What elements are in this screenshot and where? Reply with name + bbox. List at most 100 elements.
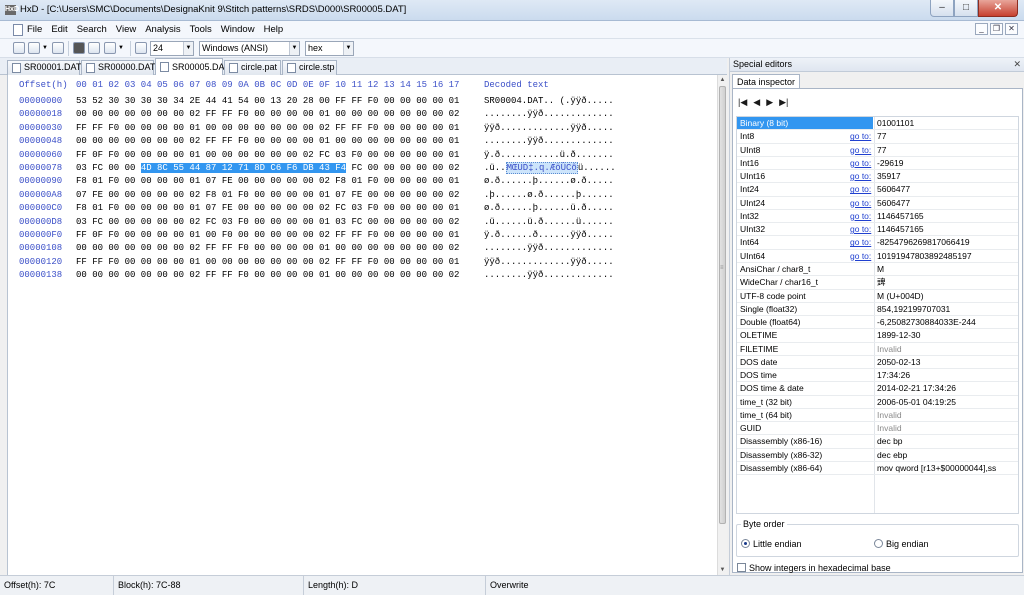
inspector-row[interactable]: DOS time & date 2014-02-21 17:34:26 — [737, 382, 1018, 396]
hex-vertical-scrollbar[interactable]: ▲ ≡ ▼ — [717, 75, 727, 575]
row-decoded[interactable]: .ü......ü.ð......ü...... — [484, 217, 614, 227]
selected-bytes[interactable]: 4D 8C 55 44 87 12 71 8D C6 F6 DB 43 F4 — [140, 163, 347, 173]
inspector-row[interactable]: FILETIME Invalid — [737, 343, 1018, 356]
row-bytes[interactable]: 07 FE 00 00 00 00 00 02 F8 01 F0 00 00 0… — [76, 190, 459, 200]
row-bytes[interactable]: FF FF F0 00 00 00 00 01 00 00 00 00 00 0… — [76, 257, 459, 267]
tab-file[interactable]: circle.stp — [282, 60, 337, 75]
inspector-row[interactable]: time_t (64 bit) Invalid — [737, 409, 1018, 423]
inspector-value[interactable]: -29619 — [877, 157, 903, 169]
previous-byte-icon[interactable]: ◀ — [753, 97, 760, 108]
print-icon[interactable] — [88, 42, 100, 54]
mdi-close-icon[interactable]: ✕ — [1005, 23, 1018, 35]
inspector-value[interactable]: dec bp — [877, 435, 903, 447]
inspector-row[interactable]: UInt64 go to: 10191947803892485197 — [737, 250, 1018, 263]
checkbox-icon[interactable] — [737, 563, 746, 572]
little-endian-radio[interactable]: Little endian — [741, 539, 802, 549]
hex-editor[interactable]: Offset(h) 00 01 02 03 04 05 06 07 08 09 … — [7, 75, 717, 575]
row-decoded[interactable]: ........ÿÿð............. — [484, 109, 614, 119]
inspector-value[interactable]: M — [877, 263, 884, 275]
goto-link[interactable]: go to: — [850, 197, 871, 209]
open-file-icon[interactable] — [28, 42, 40, 54]
goto-link[interactable]: go to: — [850, 250, 871, 262]
scroll-up-icon[interactable]: ▲ — [718, 75, 727, 85]
menu-item[interactable]: Help — [264, 24, 284, 35]
row-bytes[interactable]: 03 FC 00 00 4D 8C 55 44 87 12 71 8D C6 F… — [76, 163, 459, 173]
inspector-value[interactable]: 35917 — [877, 170, 901, 182]
inspector-row[interactable]: UInt32 go to: 1146457165 — [737, 223, 1018, 237]
row-decoded[interactable]: .þ......ø.ð......þ...... — [484, 190, 614, 200]
hex-integers-checkbox[interactable]: Show integers in hexadecimal base — [737, 563, 891, 573]
close-icon[interactable]: ✕ — [1013, 58, 1021, 71]
inspector-row[interactable]: Disassembly (x86-64) mov qword [r13+$0000… — [737, 462, 1018, 476]
inspector-row[interactable]: UInt16 go to: 35917 — [737, 170, 1018, 184]
row-decoded[interactable]: ........ÿÿð............. — [484, 136, 614, 146]
inspector-row[interactable]: Disassembly (x86-16) dec bp — [737, 435, 1018, 449]
decoded-after-selection[interactable]: ü...... — [578, 163, 616, 173]
inspector-row[interactable]: Int8 go to: 77 — [737, 130, 1018, 144]
inspector-value[interactable]: mov qword [r13+$00000044],ss — [877, 462, 996, 474]
row-decoded[interactable]: ........ÿÿð............. — [484, 270, 614, 280]
next-byte-icon[interactable]: ▶ — [766, 97, 773, 108]
inspector-value[interactable]: 77 — [877, 144, 886, 156]
inspector-value[interactable]: -8254796269817066419 — [877, 236, 970, 248]
inspector-value[interactable]: 2014-02-21 17:34:26 — [877, 382, 956, 394]
row-decoded[interactable]: ÿ.ð......ð......ÿÿð..... — [484, 230, 614, 240]
inspector-row[interactable]: GUID Invalid — [737, 422, 1018, 436]
inspector-row[interactable]: DOS time 17:34:26 — [737, 369, 1018, 383]
tab-data-inspector[interactable]: Data inspector — [732, 74, 800, 89]
inspector-row[interactable]: time_t (32 bit) 2006-05-01 04:19:25 — [737, 396, 1018, 409]
menu-item[interactable]: Search — [77, 24, 107, 35]
goto-link[interactable]: go to: — [850, 144, 871, 156]
open-dropdown-icon[interactable]: ▼ — [42, 42, 48, 54]
row-bytes[interactable]: FF 0F F0 00 00 00 00 01 00 00 00 00 00 0… — [76, 150, 459, 160]
row-bytes[interactable]: 00 00 00 00 00 00 00 02 FF FF F0 00 00 0… — [76, 270, 459, 280]
radio-selected-icon[interactable] — [741, 539, 750, 548]
row-bytes[interactable]: 00 00 00 00 00 00 00 02 FF FF F0 00 00 0… — [76, 136, 459, 146]
inspector-value[interactable]: 豍 — [877, 276, 886, 288]
inspector-row[interactable]: OLETIME 1899-12-30 — [737, 329, 1018, 343]
row-decoded[interactable]: ÿÿð.............ÿÿð..... — [484, 123, 614, 133]
goto-link[interactable]: go to: — [850, 223, 871, 235]
menu-item[interactable]: Window — [221, 24, 255, 35]
goto-link[interactable]: go to: — [850, 170, 871, 182]
bytes-before-selection[interactable]: 03 FC 00 00 — [76, 163, 141, 173]
inspector-value[interactable]: 10191947803892485197 — [877, 250, 972, 262]
inspector-row[interactable]: DOS date 2050-02-13 — [737, 356, 1018, 370]
inspector-value[interactable]: 1899-12-30 — [877, 329, 920, 341]
inspector-row[interactable]: UInt24 go to: 5606477 — [737, 197, 1018, 210]
inspector-value[interactable]: 854,192199707031 — [877, 303, 950, 315]
row-decoded[interactable]: SR00004.DAT.. (.ÿÿð..... — [484, 96, 614, 106]
row-decoded[interactable]: ø.ð......þ......ü.ð..... — [484, 203, 614, 213]
inspector-value[interactable]: 5606477 — [877, 197, 910, 209]
scroll-down-icon[interactable]: ▼ — [718, 565, 727, 575]
inspector-value[interactable]: 1146457165 — [877, 210, 924, 222]
inspector-row[interactable]: AnsiChar / char8_t M — [737, 263, 1018, 277]
minimize-icon[interactable]: – — [930, 0, 954, 17]
maximize-icon[interactable]: □ — [954, 0, 978, 17]
big-endian-radio[interactable]: Big endian — [874, 539, 929, 549]
goto-link[interactable]: go to: — [850, 130, 871, 142]
inspector-row[interactable]: UTF-8 code point M (U+004D) — [737, 290, 1018, 303]
tab-file[interactable]: circle.pat — [224, 60, 281, 75]
bytes-per-row-select[interactable]: 24 ▼ — [150, 41, 194, 56]
menu-item[interactable]: View — [116, 24, 136, 35]
chevron-down-icon[interactable]: ▼ — [343, 42, 353, 55]
charset-select[interactable]: Windows (ANSI) ▼ — [199, 41, 300, 56]
menu-item[interactable]: File — [27, 24, 42, 35]
inspector-row[interactable]: Binary (8 bit) 01001101 — [737, 117, 1018, 131]
selected-decoded-text[interactable]: MŒUD‡.q.ÆöÛCô — [505, 162, 578, 174]
goto-link[interactable]: go to: — [850, 183, 871, 195]
inspector-row[interactable]: Int32 go to: 1146457165 — [737, 210, 1018, 224]
first-byte-icon[interactable]: |◀ — [738, 97, 747, 108]
inspector-row[interactable]: UInt8 go to: 77 — [737, 144, 1018, 157]
menu-item[interactable]: Tools — [190, 24, 212, 35]
inspector-value[interactable]: 5606477 — [877, 183, 910, 195]
tool-icon[interactable] — [73, 42, 85, 54]
goto-link[interactable]: go to: — [850, 236, 871, 248]
tab-file[interactable]: SR00001.DAT — [7, 60, 81, 75]
bytes-after-selection[interactable]: FC 00 00 00 00 00 02 — [346, 163, 459, 173]
inspector-value[interactable]: Invalid — [877, 409, 902, 421]
row-bytes[interactable]: 53 52 30 30 30 30 34 2E 44 41 54 00 13 2… — [76, 96, 459, 106]
inspector-value[interactable]: M (U+004D) — [877, 290, 924, 302]
scrollbar-thumb[interactable] — [719, 86, 726, 524]
